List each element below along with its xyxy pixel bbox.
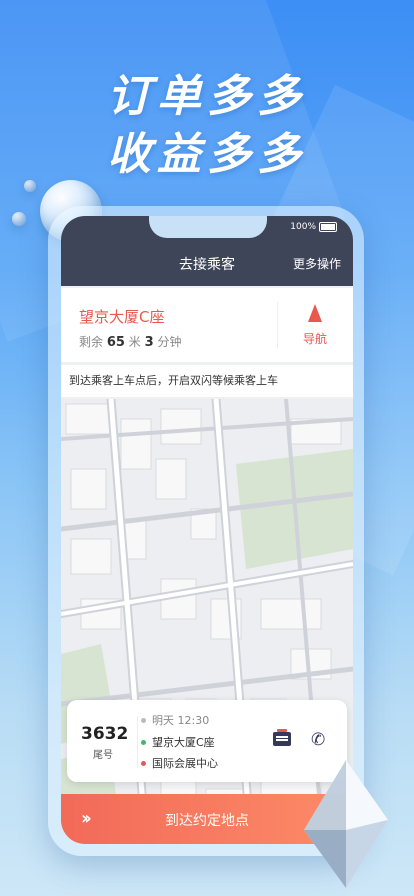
phone-call-icon[interactable]: ✆ — [311, 730, 325, 750]
pickup-notice: 到达乘客上车点后，开启双闪等候乘客上车 — [61, 365, 353, 397]
message-icon[interactable] — [273, 729, 291, 746]
remaining-minutes: 3 — [144, 335, 154, 350]
order-time: 明天 12:30 — [152, 714, 210, 727]
battery-status: 100% — [290, 222, 337, 232]
order-time-row: 明天 12:30 — [141, 712, 209, 728]
battery-icon — [319, 222, 337, 232]
top-bar: 100% 去接乘客 更多操作 — [61, 216, 353, 286]
battery-percent: 100% — [290, 222, 316, 232]
headline-line2: 收益多多 — [107, 129, 307, 180]
headline-line1: 订单多多 — [107, 71, 307, 122]
divider — [137, 716, 138, 768]
tail-number: 3632 — [81, 724, 129, 744]
distance-unit: 米 — [128, 335, 141, 349]
order-to: 国际会展中心 — [152, 757, 218, 770]
destination-remaining: 剩余 65 米 3 分钟 — [79, 333, 182, 350]
divider — [277, 302, 278, 348]
order-from: 望京大厦C座 — [152, 736, 215, 749]
time-dot — [141, 717, 146, 723]
bubble-decoration — [24, 180, 36, 192]
remain-prefix: 剩余 — [79, 335, 104, 349]
remaining-distance: 65 — [106, 335, 125, 350]
origin-dot — [141, 739, 146, 745]
destination-card: 望京大厦C座 剩余 65 米 3 分钟 导航 — [61, 288, 353, 362]
order-to-row: 国际会展中心 — [141, 755, 218, 771]
navigation-arrow-icon — [308, 304, 322, 322]
phone-notch — [149, 216, 267, 238]
more-actions-button[interactable]: 更多操作 — [293, 255, 341, 272]
navigate-button[interactable]: 导航 — [283, 302, 347, 352]
navigate-label: 导航 — [302, 332, 327, 346]
destination-name: 望京大厦C座 — [79, 308, 165, 326]
crystal-decoration — [304, 760, 388, 888]
app-screen: 100% 去接乘客 更多操作 望京大厦C座 剩余 65 米 3 分钟 导航 到达… — [61, 216, 353, 844]
tail-label: 尾号 — [93, 750, 113, 761]
destination-dot — [141, 760, 146, 766]
minutes-unit: 分钟 — [157, 335, 182, 349]
order-from-row: 望京大厦C座 — [141, 734, 215, 750]
bubble-decoration — [12, 212, 26, 226]
